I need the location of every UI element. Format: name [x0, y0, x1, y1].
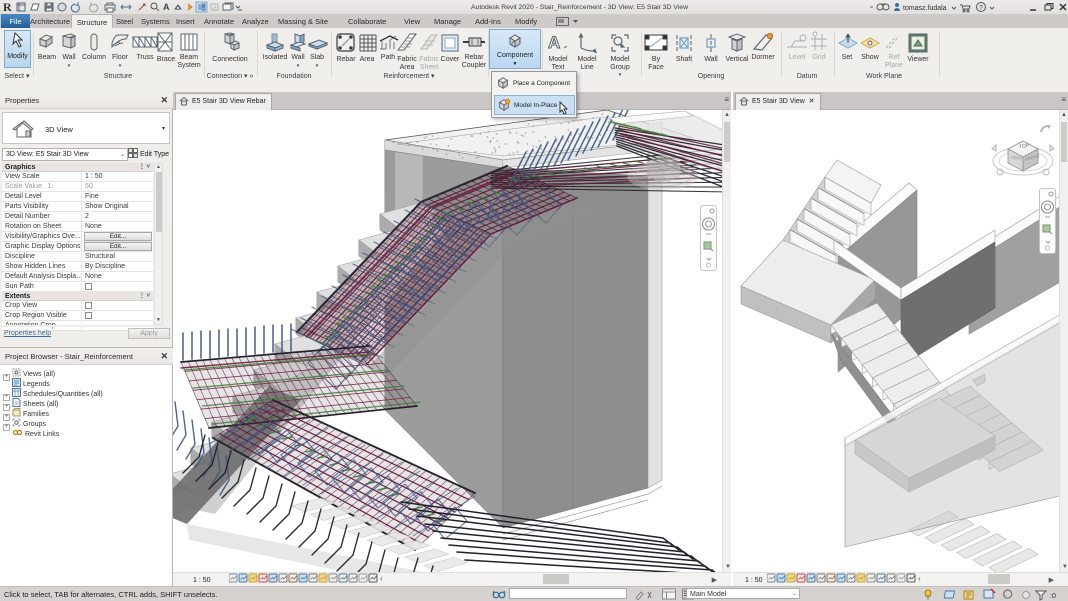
svg-text:‹: ‹	[380, 574, 383, 583]
svg-text:‹: ‹	[918, 574, 921, 583]
svg-text::0: :0	[1050, 593, 1056, 600]
svg-text:tomasz.fudala: tomasz.fudala	[903, 5, 947, 12]
svg-text:A: A	[548, 33, 560, 52]
svg-text:?: ?	[979, 5, 983, 12]
svg-text:A: A	[163, 2, 170, 12]
svg-text:R: R	[3, 1, 12, 13]
